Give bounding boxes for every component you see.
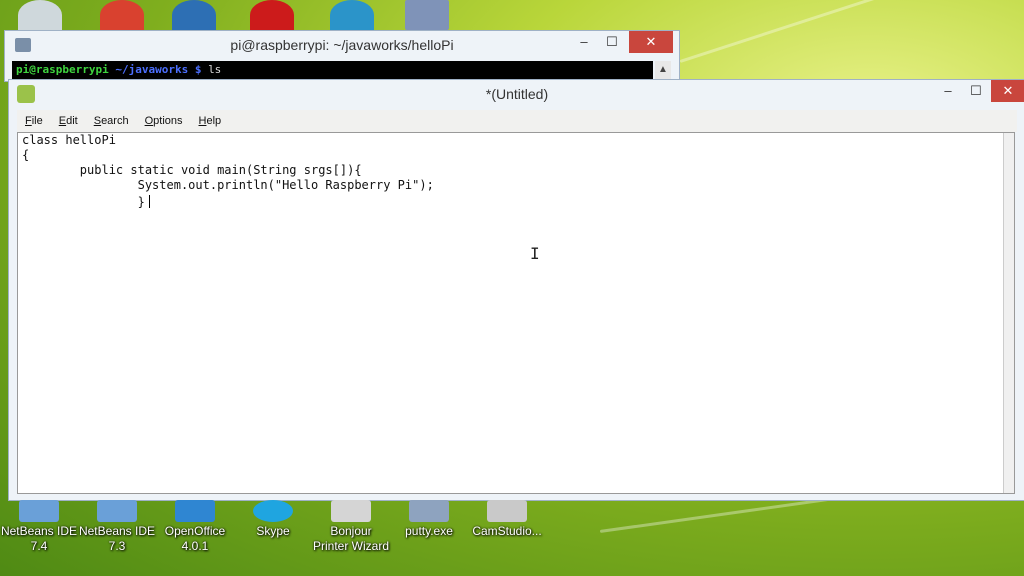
desktop-icon-bonjour[interactable]: Bonjour Printer Wizard xyxy=(312,500,390,554)
menu-help[interactable]: Help xyxy=(191,110,230,132)
wallpaper-leaf-vein xyxy=(679,0,1023,63)
prompt-user: pi@raspberrypi xyxy=(16,63,109,76)
editor-window-title: *(Untitled) xyxy=(485,86,549,102)
code-line: { xyxy=(22,148,30,162)
printer-icon xyxy=(331,500,371,522)
menu-search[interactable]: Search xyxy=(86,110,137,132)
app-icon[interactable] xyxy=(330,0,374,30)
putty-icon xyxy=(409,500,449,522)
recycle-bin-icon[interactable] xyxy=(18,0,62,30)
desktop-icon-netbeans-73[interactable]: NetBeans IDE 7.3 xyxy=(78,500,156,554)
desktop-icon-skype[interactable]: Skype xyxy=(234,500,312,539)
desktop-icon-label: NetBeans IDE 7.4 xyxy=(0,524,78,553)
desktop-icon-label: NetBeans IDE 7.3 xyxy=(78,524,156,553)
code-line: public static void main(String srgs[]){ xyxy=(22,163,362,177)
opera-icon[interactable] xyxy=(250,0,294,30)
menu-file[interactable]: File xyxy=(17,110,51,132)
camstudio-icon xyxy=(487,500,527,522)
chrome-icon[interactable] xyxy=(100,0,144,30)
terminal-area[interactable]: pi@raspberrypi ~/javaworks $ ls xyxy=(12,61,653,79)
code-line: class helloPi xyxy=(22,133,116,147)
skype-icon xyxy=(253,500,293,522)
desktop-icon-putty[interactable]: putty.exe xyxy=(390,500,468,539)
desktop-icon-label: Skype xyxy=(256,524,290,538)
netbeans-icon xyxy=(97,500,137,522)
netbeans-icon xyxy=(19,500,59,522)
text-caret xyxy=(148,195,150,209)
editor-minimize-button[interactable]: – xyxy=(933,80,963,102)
menu-options[interactable]: Options xyxy=(137,110,191,132)
terminal-command: ls xyxy=(208,63,222,76)
google-earth-icon[interactable] xyxy=(172,0,216,30)
putty-window[interactable]: pi@raspberrypi: ~/javaworks/helloPi – ☐ … xyxy=(4,30,680,82)
putty-app-icon xyxy=(15,38,31,52)
menu-edit[interactable]: Edit xyxy=(51,110,86,132)
desktop-icon-netbeans-74[interactable]: NetBeans IDE 7.4 xyxy=(0,500,78,554)
desktop-icon-label: putty.exe xyxy=(405,524,453,538)
text-editor-area[interactable]: class helloPi { public static void main(… xyxy=(17,132,1015,494)
code-line: System.out.println("Hello Raspberry Pi")… xyxy=(22,178,434,192)
screenshot-app-icon[interactable] xyxy=(405,0,449,30)
code-line: } xyxy=(22,195,145,209)
vertical-scrollbar[interactable] xyxy=(1003,133,1014,493)
putty-maximize-button[interactable]: ☐ xyxy=(597,31,627,53)
putty-minimize-button[interactable]: – xyxy=(569,31,599,53)
editor-close-button[interactable]: ✕ xyxy=(991,80,1024,102)
mouse-ibeam-cursor-icon: I xyxy=(530,244,540,263)
desktop-icon-openoffice[interactable]: OpenOffice 4.0.1 xyxy=(156,500,234,554)
menu-bar: File Edit Search Options Help xyxy=(17,110,1017,132)
desktop-icon-label: OpenOffice 4.0.1 xyxy=(164,524,226,553)
editor-maximize-button[interactable]: ☐ xyxy=(961,80,991,102)
openoffice-icon xyxy=(175,500,215,522)
desktop-icon-camstudio[interactable]: CamStudio... xyxy=(468,500,546,539)
terminal-scroll-up-icon[interactable]: ▲ xyxy=(655,61,671,79)
editor-window[interactable]: *(Untitled) – ☐ ✕ File Edit Search Options H… xyxy=(8,79,1024,501)
desktop-icon-label: CamStudio... xyxy=(472,524,542,538)
prompt-path: ~/javaworks $ xyxy=(115,63,202,76)
putty-close-button[interactable]: ✕ xyxy=(629,31,673,53)
desktop-icon-label: Bonjour Printer Wizard xyxy=(312,524,389,553)
